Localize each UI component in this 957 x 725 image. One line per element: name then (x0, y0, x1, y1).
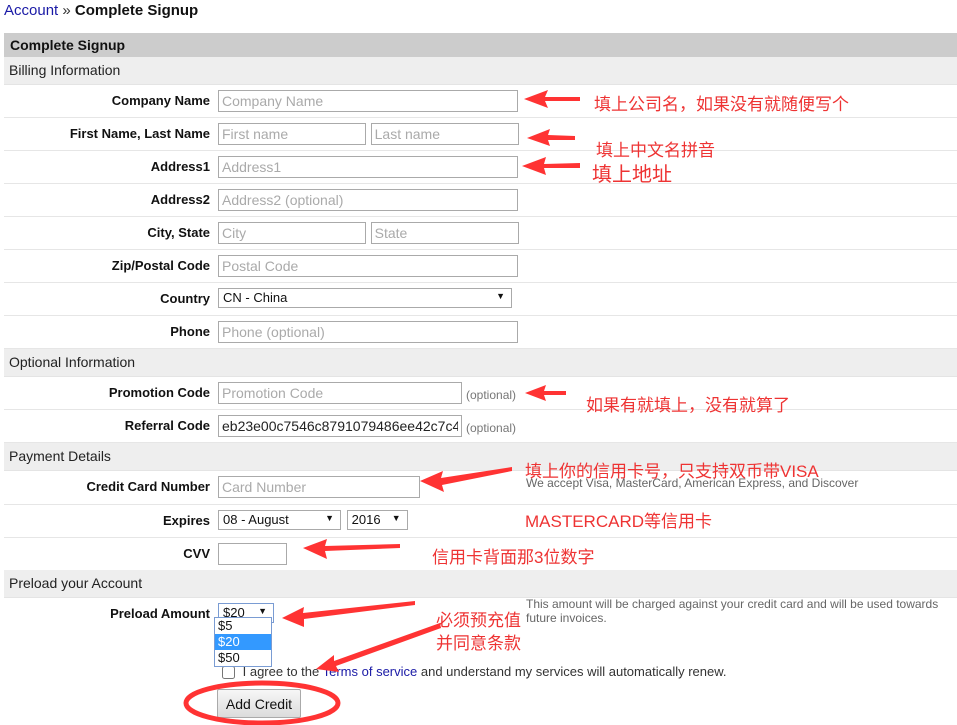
phone-input[interactable] (218, 321, 518, 343)
preload-option[interactable]: $5 (215, 618, 271, 634)
country-label: Country (160, 291, 210, 306)
city-input[interactable] (218, 222, 366, 244)
annotation-card-line1: 填上你的信用卡号，只支持双币带VISA (525, 462, 819, 481)
row-promo: Promotion Code (optional) (4, 377, 957, 410)
cvv-input[interactable] (218, 543, 287, 565)
name-label: First Name, Last Name (69, 126, 210, 141)
breadcrumb: Account » Complete Signup (4, 2, 198, 19)
section-preload: Preload your Account (4, 570, 957, 598)
city-state-label: City, State (147, 225, 210, 240)
section-optional: Optional Information (4, 349, 957, 377)
card-label: Credit Card Number (86, 479, 210, 494)
signup-panel: Complete Signup Billing Information Comp… (4, 33, 957, 631)
preload-option[interactable]: $50 (215, 650, 271, 666)
country-selected-value: CN - China (223, 290, 288, 305)
annotation-preload-line2: 并同意条款 (436, 634, 521, 653)
row-country: Country CN - China ▼ (4, 283, 957, 316)
row-phone: Phone (4, 316, 957, 349)
preload-helper-text: This amount will be charged against your… (526, 597, 939, 625)
zip-input[interactable] (218, 255, 518, 277)
referral-optional-note: (optional) (466, 420, 517, 435)
terms-link[interactable]: Terms of service (323, 664, 418, 679)
promo-optional-note: (optional) (466, 387, 517, 402)
first-name-input[interactable] (218, 123, 366, 145)
terms-checkbox[interactable] (222, 666, 235, 680)
address2-label: Address2 (150, 192, 210, 207)
zip-label: Zip/Postal Code (111, 258, 210, 273)
chevron-down-icon: ▼ (258, 606, 267, 616)
chevron-down-icon: ▼ (391, 513, 401, 523)
breadcrumb-separator: » (62, 2, 71, 19)
annotation-card-line2: MASTERCARD等信用卡 (525, 512, 713, 531)
row-expires: Expires 08 - August ▼ 2016 ▼ (4, 505, 957, 538)
row-address2: Address2 (4, 184, 957, 217)
promo-label: Promotion Code (108, 385, 210, 400)
card-number-input[interactable] (218, 476, 420, 498)
address2-input[interactable] (218, 189, 518, 211)
row-name: First Name, Last Name (4, 118, 957, 151)
annotation-address: 填上地址 (592, 164, 672, 186)
row-referral: Referral Code (optional) (4, 410, 957, 443)
panel-title: Complete Signup (4, 33, 957, 57)
preload-amount-label: Preload Amount (110, 606, 210, 621)
annotation-preload-line1: 必须预充值 (436, 611, 521, 630)
expires-month-select[interactable]: 08 - August ▼ (218, 510, 341, 530)
preload-option-selected[interactable]: $20 (215, 634, 271, 650)
referral-input[interactable] (218, 415, 462, 437)
preload-options-list: $5 $20 $50 (214, 617, 272, 667)
breadcrumb-current: Complete Signup (74, 2, 199, 19)
address1-input[interactable] (218, 156, 518, 178)
phone-label: Phone (170, 324, 210, 339)
breadcrumb-account-link[interactable]: Account (4, 2, 58, 19)
agree-suffix: and understand my services will automati… (417, 664, 727, 679)
section-billing: Billing Information (4, 57, 957, 85)
referral-label: Referral Code (124, 418, 210, 433)
company-label: Company Name (111, 93, 210, 108)
expires-year-value: 2016 (351, 512, 381, 527)
annotation-company: 填上公司名，如果没有就随便写个 (594, 95, 849, 114)
address1-label: Address1 (150, 159, 210, 174)
add-credit-button[interactable]: Add Credit (217, 689, 301, 718)
annotation-cvv: 信用卡背面那3位数字 (432, 548, 595, 567)
company-input[interactable] (218, 90, 518, 112)
annotation-promo: 如果有就填上，没有就算了 (586, 396, 790, 415)
row-zip: Zip/Postal Code (4, 250, 957, 283)
state-input[interactable] (370, 222, 519, 244)
expires-label: Expires (163, 513, 210, 528)
row-city-state: City, State (4, 217, 957, 250)
chevron-down-icon: ▼ (325, 513, 334, 523)
expires-month-value: 08 - August (223, 512, 289, 527)
promo-input[interactable] (218, 382, 462, 404)
terms-agreement: I agree to the Terms of service and unde… (222, 664, 727, 680)
expires-year-select[interactable]: 2016 ▼ (346, 510, 408, 530)
country-select[interactable]: CN - China ▼ (218, 288, 512, 308)
cvv-label: CVV (183, 546, 210, 561)
row-address1: Address1 (4, 151, 957, 184)
last-name-input[interactable] (370, 123, 519, 145)
chevron-down-icon: ▼ (496, 291, 505, 301)
